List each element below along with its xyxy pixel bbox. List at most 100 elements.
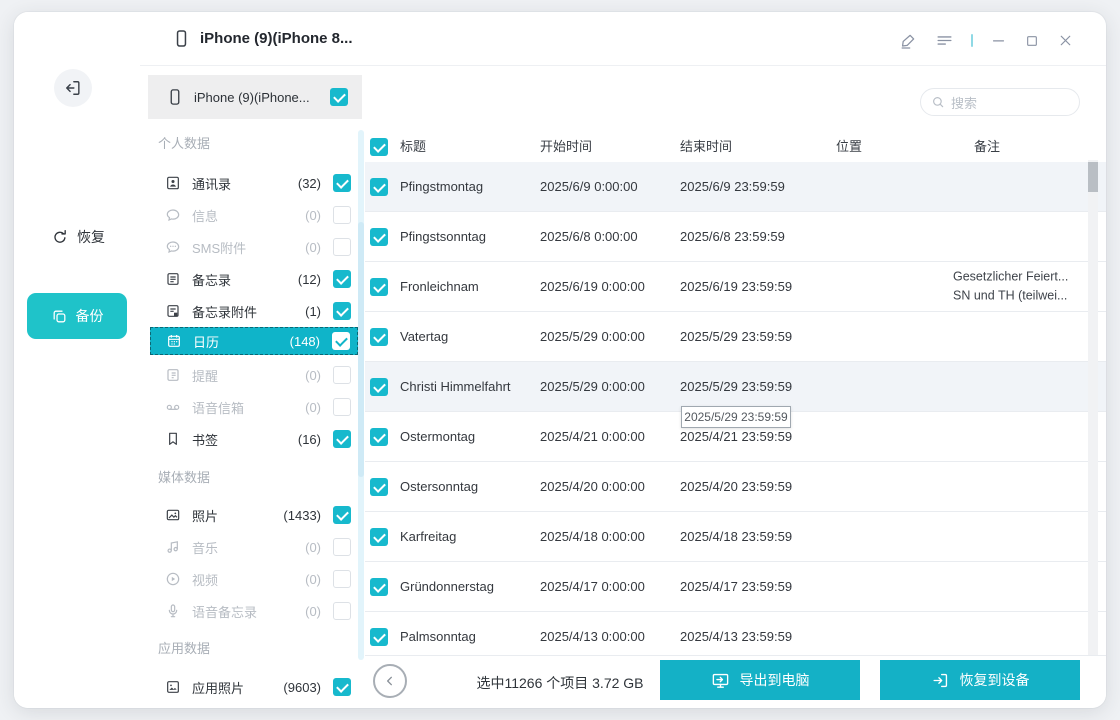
- category-reminders[interactable]: 提醒 (0): [150, 361, 358, 389]
- section-media-data: 媒体数据: [158, 466, 210, 490]
- column-start: 开始时间: [540, 134, 592, 160]
- pen-icon[interactable]: [899, 31, 918, 50]
- reminders-checkbox[interactable]: [333, 366, 351, 384]
- category-music[interactable]: 音乐 (0): [150, 533, 358, 561]
- window-title-text: iPhone (9)(iPhone 8...: [200, 30, 353, 47]
- copy-icon: [51, 308, 68, 325]
- footer-bar: 选中11266 个项目 3.72 GB 导出到电脑 恢复到设备: [365, 655, 1106, 708]
- nav-restore-label: 恢复: [77, 227, 105, 247]
- exit-icon: [63, 78, 83, 98]
- category-messages[interactable]: 信息 (0): [150, 201, 358, 229]
- contacts-icon: [165, 175, 181, 191]
- category-app-photos[interactable]: 应用照片 (9603): [150, 673, 358, 701]
- table-row[interactable]: Pfingstsonntag 2025/6/8 0:00:00 2025/6/8…: [365, 212, 1106, 262]
- minimize-icon[interactable]: [990, 32, 1007, 49]
- category-bookmarks[interactable]: 书签 (16): [150, 425, 358, 453]
- selection-summary: 选中11266 个项目 3.72 GB: [455, 656, 665, 708]
- category-sms-attachments[interactable]: SMS附件 (0): [150, 233, 358, 261]
- refresh-icon: [51, 228, 69, 246]
- category-calendar[interactable]: 日历 (148): [150, 327, 358, 355]
- row-checkbox[interactable]: [370, 278, 388, 296]
- category-scrollbar[interactable]: [358, 130, 364, 660]
- note-attachments-checkbox[interactable]: [333, 302, 351, 320]
- row-checkbox[interactable]: [370, 228, 388, 246]
- select-all-checkbox[interactable]: [370, 138, 388, 156]
- phone-icon: [166, 87, 184, 107]
- calendar-icon: [166, 333, 182, 349]
- table-row[interactable]: Gründonnerstag 2025/4/17 0:00:00 2025/4/…: [365, 562, 1106, 612]
- search-input[interactable]: 搜索: [920, 88, 1080, 116]
- voicemail-checkbox[interactable]: [333, 398, 351, 416]
- export-pc-icon: [711, 671, 730, 690]
- videos-checkbox[interactable]: [333, 570, 351, 588]
- device-selector[interactable]: iPhone (9)(iPhone...: [148, 75, 362, 119]
- section-app-data: 应用数据: [158, 637, 210, 661]
- music-icon: [165, 539, 181, 555]
- column-note: 备注: [974, 134, 1000, 160]
- table-row[interactable]: Vatertag 2025/5/29 0:00:00 2025/5/29 23:…: [365, 312, 1106, 362]
- sms-attachment-icon: [165, 239, 181, 255]
- table-scrollbar[interactable]: [1088, 160, 1098, 655]
- calendar-checkbox[interactable]: [332, 332, 350, 350]
- row-checkbox[interactable]: [370, 178, 388, 196]
- device-checkbox[interactable]: [330, 88, 348, 106]
- voice-memos-checkbox[interactable]: [333, 602, 351, 620]
- row-checkbox[interactable]: [370, 428, 388, 446]
- row-checkbox[interactable]: [370, 478, 388, 496]
- row-checkbox[interactable]: [370, 578, 388, 596]
- nav-restore[interactable]: 恢复: [51, 225, 105, 249]
- messages-icon: [165, 207, 181, 223]
- row-note: Gesetzlicher Feiert... SN und TH (teilwe…: [953, 267, 1101, 306]
- maximize-icon[interactable]: [1024, 33, 1040, 49]
- category-photos[interactable]: 照片 (1433): [150, 501, 358, 529]
- nav-backup[interactable]: 备份: [27, 293, 127, 339]
- table-row[interactable]: Palmsonntag 2025/4/13 0:00:00 2025/4/13 …: [365, 612, 1106, 655]
- sms-attachments-checkbox[interactable]: [333, 238, 351, 256]
- notes-checkbox[interactable]: [333, 270, 351, 288]
- device-name: iPhone (9)(iPhone...: [194, 90, 310, 105]
- restore-to-device-label: 恢复到设备: [960, 670, 1030, 690]
- category-scrollbar-thumb[interactable]: [358, 222, 364, 477]
- table-row[interactable]: Fronleichnam 2025/6/19 0:00:00 2025/6/19…: [365, 262, 1106, 312]
- close-icon[interactable]: [1057, 32, 1074, 49]
- app-window: 恢复 备份 iPhone (9)(iPhone... 个人数据: [14, 12, 1106, 708]
- restore-to-device-button[interactable]: 恢复到设备: [880, 660, 1080, 700]
- menu-icon[interactable]: [935, 31, 954, 50]
- note-attachment-icon: [165, 303, 181, 319]
- column-location: 位置: [836, 134, 862, 160]
- collapse-back-button[interactable]: [373, 664, 407, 698]
- table-scrollbar-thumb[interactable]: [1088, 162, 1098, 192]
- row-checkbox[interactable]: [370, 328, 388, 346]
- table-row[interactable]: Ostersonntag 2025/4/20 0:00:00 2025/4/20…: [365, 462, 1106, 512]
- left-sidebar: 恢复 备份: [14, 12, 141, 708]
- app-photos-icon: [165, 679, 181, 695]
- category-contacts[interactable]: 通讯录 (32): [150, 169, 358, 197]
- category-note-attachments[interactable]: 备忘录附件 (1): [150, 297, 358, 325]
- bookmarks-checkbox[interactable]: [333, 430, 351, 448]
- videos-icon: [165, 571, 181, 587]
- phone-icon: [172, 28, 191, 49]
- table-row[interactable]: Pfingstmontag 2025/6/9 0:00:00 2025/6/9 …: [365, 162, 1106, 212]
- photos-checkbox[interactable]: [333, 506, 351, 524]
- messages-checkbox[interactable]: [333, 206, 351, 224]
- table-row[interactable]: Christi Himmelfahrt 2025/5/29 0:00:00 20…: [365, 362, 1106, 412]
- export-to-pc-button[interactable]: 导出到电脑: [660, 660, 860, 700]
- restore-device-icon: [931, 671, 950, 690]
- row-checkbox[interactable]: [370, 628, 388, 646]
- back-button[interactable]: [54, 69, 92, 107]
- category-videos[interactable]: 视频 (0): [150, 565, 358, 593]
- window-controls: [899, 31, 1074, 50]
- contacts-checkbox[interactable]: [333, 174, 351, 192]
- music-checkbox[interactable]: [333, 538, 351, 556]
- controls-separator: [971, 34, 973, 47]
- category-notes[interactable]: 备忘录 (12): [150, 265, 358, 293]
- app-photos-checkbox[interactable]: [333, 678, 351, 696]
- search-icon: [931, 95, 945, 109]
- table-row[interactable]: Karfreitag 2025/4/18 0:00:00 2025/4/18 2…: [365, 512, 1106, 562]
- row-checkbox[interactable]: [370, 378, 388, 396]
- section-personal-data: 个人数据: [158, 132, 210, 156]
- row-checkbox[interactable]: [370, 528, 388, 546]
- end-time-tooltip: 2025/5/29 23:59:59: [681, 406, 791, 428]
- category-voice-memos[interactable]: 语音备忘录 (0): [150, 597, 358, 625]
- category-voicemail[interactable]: 语音信箱 (0): [150, 393, 358, 421]
